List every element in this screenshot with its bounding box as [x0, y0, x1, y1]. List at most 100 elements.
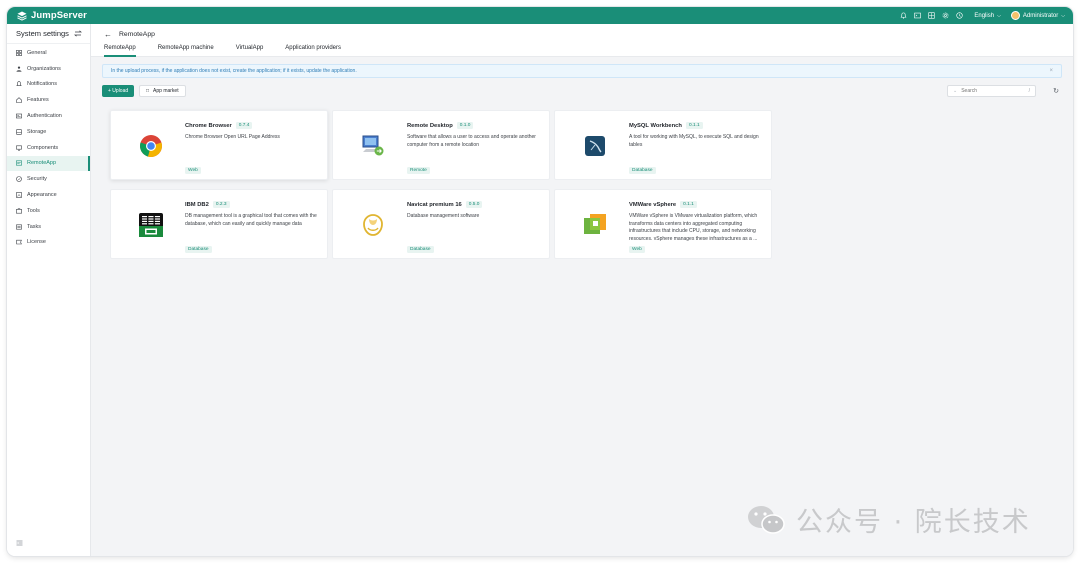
- id-card-icon: [16, 113, 22, 119]
- sidebar-item-tools[interactable]: Tools: [7, 203, 90, 219]
- switch-icon[interactable]: [74, 30, 82, 37]
- help-icon[interactable]: [952, 7, 966, 24]
- search-box[interactable]: ⌄ /: [947, 85, 1036, 97]
- search-input[interactable]: [961, 88, 1022, 94]
- sidebar-item-remoteapp[interactable]: RemoteApp: [7, 155, 90, 172]
- refresh-icon[interactable]: ↻: [1053, 85, 1059, 97]
- upload-button[interactable]: + Upload: [102, 85, 135, 97]
- app-card[interactable]: VMWare vSphere 0.1.1 VMWare vSphere is V…: [554, 189, 772, 259]
- page-title: RemoteApp: [119, 31, 155, 38]
- alert-text: In the upload process, if the applicatio…: [111, 68, 357, 74]
- version-badge: 0.1.1: [685, 122, 703, 129]
- version-badge: 0.7.4: [235, 122, 253, 129]
- sidebar-item-storage[interactable]: Storage: [7, 124, 90, 140]
- components-icon: [16, 145, 22, 151]
- tab-remoteapp-machine[interactable]: RemoteApp machine: [158, 45, 214, 57]
- sidebar-item-label: Organizations: [27, 65, 61, 72]
- app-name: VMWare vSphere: [629, 201, 677, 208]
- tab-application-providers[interactable]: Application providers: [285, 45, 341, 57]
- sidebar-item-tasks[interactable]: Tasks: [7, 219, 90, 235]
- app-name-row: IBM DB2 0.2.3: [185, 201, 230, 208]
- avatar: [1010, 11, 1020, 20]
- collapse-menu-icon[interactable]: [16, 540, 23, 548]
- app-window: JumpServer English ⌵ Administrator ⌵ Sys…: [7, 7, 1073, 556]
- app-name-row: Navicat premium 16 0.5.0: [407, 201, 483, 208]
- remoteapp-icon: [16, 160, 22, 166]
- jumpserver-logo-icon: [17, 11, 27, 21]
- brand-logo[interactable]: JumpServer: [17, 10, 87, 21]
- app-card[interactable]: IBM DB2 0.2.3 DB management tool is a gr…: [110, 189, 328, 259]
- sidebar-item-label: Notifications: [27, 81, 57, 88]
- version-badge: 0.1.1: [680, 201, 697, 208]
- sidebar-item-label: Tools: [27, 207, 40, 214]
- app-description: DB management tool is a graphical tool t…: [185, 213, 317, 227]
- app-card[interactable]: MySQL Workbench 0.1.1 A tool for working…: [554, 110, 772, 180]
- app-card[interactable]: Remote Desktop 0.1.0 Software that allow…: [332, 110, 550, 180]
- chevron-down-icon: ⌵: [1061, 12, 1065, 19]
- chevron-down-icon: ⌄: [953, 88, 958, 94]
- gear-icon[interactable]: [938, 7, 952, 24]
- store-icon: □: [146, 88, 150, 94]
- sidebar-item-features[interactable]: Features: [7, 92, 90, 108]
- language-selector[interactable]: English ⌵: [974, 13, 1000, 19]
- chevron-down-icon: ⌵: [997, 12, 1001, 19]
- app-name-row: Chrome Browser 0.7.4: [185, 122, 253, 129]
- app-card[interactable]: Navicat premium 16 0.5.0 Database manage…: [332, 189, 550, 259]
- sidebar-item-appearance[interactable]: Appearance: [7, 187, 90, 203]
- tab-remoteapp[interactable]: RemoteApp: [104, 45, 136, 57]
- sidebar-item-label: Security: [27, 176, 47, 183]
- app-market-button[interactable]: □ App market: [139, 85, 186, 97]
- app-name: IBM DB2: [185, 201, 209, 208]
- category-tag: Web: [629, 246, 645, 253]
- sidebar-item-label: Authentication: [27, 113, 62, 120]
- tools-icon: [16, 208, 22, 214]
- home-icon: [16, 97, 22, 104]
- user-menu[interactable]: Administrator ⌵: [1010, 11, 1065, 20]
- sidebar-item-organizations[interactable]: Organizations: [7, 61, 90, 77]
- back-arrow-icon[interactable]: ←: [104, 30, 112, 39]
- bell-icon[interactable]: [896, 7, 910, 24]
- category-tag: Database: [185, 246, 212, 253]
- sidebar-menu: General Organizations Notifications Feat…: [7, 44, 90, 250]
- sidebar-item-general[interactable]: General: [7, 45, 90, 61]
- terminal-icon[interactable]: [910, 7, 924, 24]
- tab-virtualapp[interactable]: VirtualApp: [236, 45, 264, 57]
- app-name: Navicat premium 16: [407, 201, 462, 208]
- sidebar-item-authentication[interactable]: Authentication: [7, 108, 90, 124]
- language-label: English: [974, 12, 995, 19]
- grid-icon[interactable]: [924, 7, 938, 24]
- storage-icon: [16, 129, 22, 135]
- close-icon[interactable]: ×: [1049, 68, 1053, 74]
- version-badge: 0.5.0: [465, 201, 483, 208]
- appearance-icon: [16, 192, 22, 198]
- category-tag: Remote: [407, 167, 430, 174]
- watermark-text: 公众号 · 院长技术: [796, 507, 1031, 538]
- user-name: Administrator: [1022, 12, 1059, 19]
- sidebar-item-components[interactable]: Components: [7, 140, 90, 156]
- navicat-icon: [360, 212, 386, 238]
- sidebar-item-label: Appearance: [27, 192, 57, 199]
- sidebar-item-label: Storage: [27, 128, 47, 135]
- content-area: In the upload process, if the applicatio…: [91, 57, 1073, 99]
- sidebar-item-label: Tasks: [27, 223, 42, 230]
- page-title-row: ← RemoteApp: [104, 30, 155, 39]
- sidebar-item-notifications[interactable]: Notifications: [7, 77, 90, 93]
- app-description: Chrome Browser Open URL Page Address: [185, 134, 280, 140]
- app-name-row: MySQL Workbench 0.1.1: [629, 122, 703, 129]
- version-badge: 0.2.3: [212, 201, 230, 208]
- category-tag: Database: [407, 246, 434, 253]
- ibm-db2-icon: [138, 212, 164, 238]
- category-tag: Database: [629, 167, 656, 174]
- app-name-row: VMWare vSphere 0.1.1: [629, 201, 697, 208]
- license-icon: [16, 239, 22, 245]
- top-bar: JumpServer English ⌵ Administrator ⌵: [7, 7, 1073, 24]
- wechat-icon: [748, 505, 785, 534]
- sidebar-item-label: Components: [27, 144, 59, 151]
- app-card[interactable]: Chrome Browser 0.7.4 Chrome Browser Open…: [110, 110, 328, 180]
- brand-name: JumpServer: [31, 10, 87, 21]
- sidebar-item-license[interactable]: License: [7, 235, 90, 251]
- general-icon: [16, 49, 22, 56]
- sidebar-item-label: RemoteApp: [27, 160, 57, 167]
- tab-bar: RemoteApp RemoteApp machine VirtualApp A…: [104, 45, 363, 57]
- sidebar-item-security[interactable]: Security: [7, 171, 90, 187]
